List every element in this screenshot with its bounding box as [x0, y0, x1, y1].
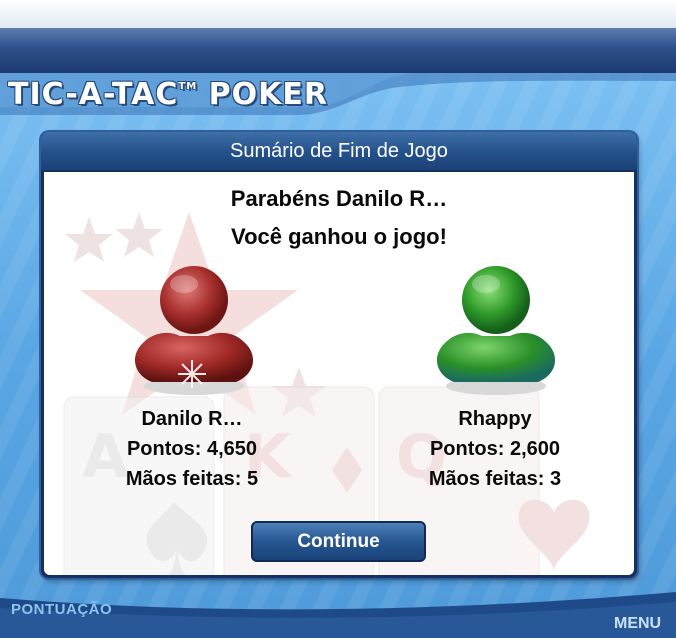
player-info-winner: Danilo R… Pontos: 4,650 Mãos feitas: 5: [82, 404, 302, 494]
player-info-opponent: Rhappy Pontos: 2,600 Mãos feitas: 3: [385, 404, 605, 494]
opponent-avatar-icon: [436, 266, 556, 395]
congrats-text: Parabéns Danilo R…: [230, 186, 448, 211]
menu-button[interactable]: MENU: [614, 615, 661, 633]
player-points: Pontos: 4,650: [126, 438, 258, 460]
player-hands: Mãos feitas: 3: [428, 468, 562, 490]
game-logo: TIC-A-TACTM POKER: [8, 77, 328, 112]
player-name: Danilo R…: [141, 408, 243, 430]
winner-avatar-icon: [134, 266, 254, 395]
player-hands: Mãos feitas: 5: [125, 468, 259, 490]
result-text: Você ganhou o jogo!: [231, 224, 447, 249]
continue-button[interactable]: Continue: [251, 521, 426, 562]
browser-top-strip: [0, 0, 676, 29]
score-tab[interactable]: PONTUAÇÃO: [11, 601, 112, 618]
top-nav-band: [0, 28, 676, 73]
dialog-body: A K Q Parabéns Danilo R… Você ganhou o j…: [44, 172, 634, 575]
player-points: Pontos: 2,600: [429, 438, 561, 460]
dialog-title: Sumário de Fim de Jogo: [41, 132, 637, 170]
player-name: Rhappy: [458, 408, 532, 430]
end-game-dialog: Sumário de Fim de Jogo A K Q Parabéns Da…: [41, 132, 637, 578]
